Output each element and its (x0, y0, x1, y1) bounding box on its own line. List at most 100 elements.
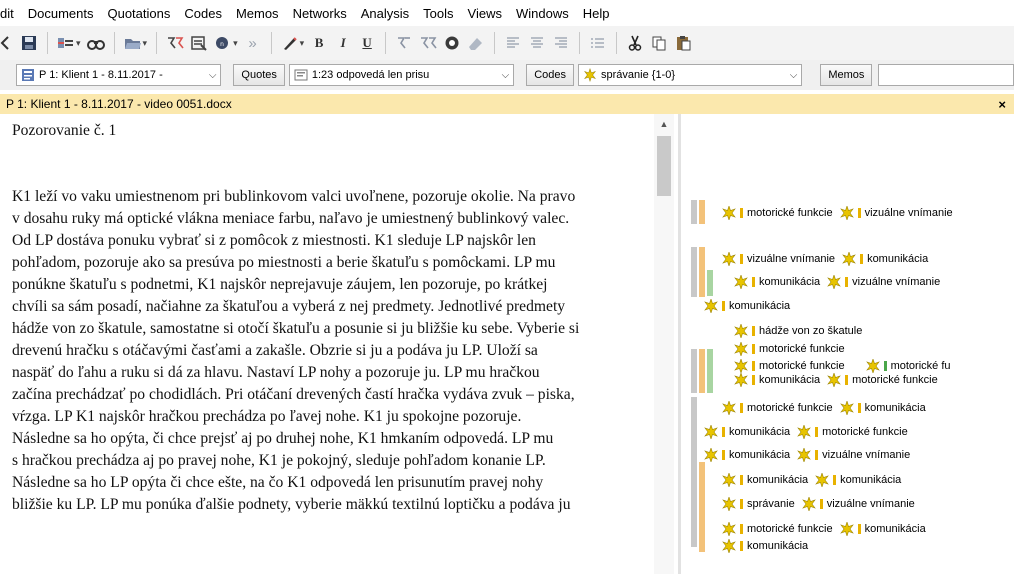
network-icon[interactable]: n ▾ (214, 31, 238, 55)
save-icon[interactable] (20, 31, 38, 55)
margin-area[interactable]: motorické funkcie vizuálne vnímanie vizu… (681, 114, 1014, 574)
menu-memos[interactable]: Memos (236, 6, 279, 21)
bold-button[interactable]: B (310, 31, 328, 55)
margin-bar[interactable] (691, 349, 697, 393)
document-text-pane[interactable]: Pozorovanie č. 1 K1 leží vo vaku umiestn… (0, 114, 678, 574)
overflow-chevron-icon[interactable]: » (244, 31, 262, 55)
menu-codes[interactable]: Codes (184, 6, 222, 21)
auto-code-icon[interactable] (395, 31, 413, 55)
chevron-down-icon[interactable]: ⌵ (498, 70, 510, 81)
code-tool-icon[interactable] (166, 31, 184, 55)
margin-bar[interactable] (699, 247, 705, 297)
open-folder-icon[interactable]: ▾ (124, 31, 147, 55)
margin-bar[interactable] (691, 247, 697, 297)
margin-bar[interactable] (699, 349, 705, 393)
code-label[interactable]: komunikácia (865, 523, 926, 535)
code-label[interactable]: vizuálne vnímanie (827, 498, 915, 510)
close-icon[interactable]: × (998, 97, 1006, 112)
copy-icon[interactable] (650, 31, 668, 55)
menu-tools[interactable]: Tools (423, 6, 453, 21)
code-label[interactable]: komunikácia (865, 402, 926, 414)
code-label[interactable]: motorické funkcie (852, 374, 938, 386)
margin-bar[interactable] (707, 270, 713, 296)
code-in-vivo-icon[interactable] (419, 31, 437, 55)
code-label[interactable]: komunikácia (747, 540, 808, 552)
vertical-scrollbar[interactable]: ▲ (654, 114, 674, 574)
menu-windows[interactable]: Windows (516, 6, 569, 21)
margin-code-row[interactable]: hádže von zo škatule (733, 324, 868, 338)
code-label[interactable]: komunikácia (747, 474, 808, 486)
margin-bar[interactable] (691, 397, 697, 547)
paste-icon[interactable] (674, 31, 692, 55)
record-icon[interactable] (443, 31, 461, 55)
code-label[interactable]: motorické funkcie (759, 343, 845, 355)
margin-code-row[interactable]: komunikácia motorické funkcie (733, 373, 944, 387)
code-label[interactable]: komunikácia (759, 276, 820, 288)
margin-bar[interactable] (699, 200, 705, 224)
code-label[interactable]: vizuálne vnímanie (865, 207, 953, 219)
code-label[interactable]: motorické funkcie (759, 360, 845, 372)
margin-code-row[interactable]: motorické funkcie motorické fu (733, 359, 957, 373)
code-label[interactable]: vizuálne vnímanie (852, 276, 940, 288)
menu-documents[interactable]: Documents (28, 6, 94, 21)
menu-quotations[interactable]: Quotations (107, 6, 170, 21)
menu-views[interactable]: Views (468, 6, 502, 21)
bullet-list-icon[interactable] (589, 31, 607, 55)
menu-help[interactable]: Help (583, 6, 610, 21)
back-icon[interactable] (0, 31, 14, 55)
margin-bar[interactable] (707, 349, 713, 393)
margin-code-row[interactable]: komunikácia vizuálne vnímanie (703, 448, 916, 462)
code-label[interactable]: komunikácia (867, 253, 928, 265)
margin-code-row[interactable]: motorické funkcie vizuálne vnímanie (721, 206, 959, 220)
chevron-down-icon[interactable]: ⌵ (786, 70, 798, 81)
margin-code-row[interactable]: motorické funkcie komunikácia (721, 522, 932, 536)
margin-code-row[interactable]: správanie vizuálne vnímanie (721, 497, 921, 511)
code-label[interactable]: komunikácia (729, 449, 790, 461)
margin-code-row[interactable]: motorické funkcie komunikácia (721, 401, 932, 415)
margin-code-row[interactable]: komunikácia vizuálne vnímanie (733, 275, 946, 289)
code-label[interactable]: vizuálne vnímanie (747, 253, 835, 265)
code-label[interactable]: motorické funkcie (822, 426, 908, 438)
code-label[interactable]: motorické fu (891, 360, 951, 372)
align-right-icon[interactable] (552, 31, 570, 55)
code-label[interactable]: vizuálne vnímanie (822, 449, 910, 461)
code-label[interactable]: motorické funkcie (747, 207, 833, 219)
code-label[interactable]: komunikácia (840, 474, 901, 486)
italic-button[interactable]: I (334, 31, 352, 55)
code-label[interactable]: motorické funkcie (747, 523, 833, 535)
menu-networks[interactable]: Networks (293, 6, 347, 21)
margin-code-row[interactable]: komunikácia komunikácia (721, 473, 907, 487)
cut-icon[interactable] (626, 31, 644, 55)
margin-code-row[interactable]: komunikácia (721, 539, 814, 553)
quotes-button[interactable]: Quotes (233, 64, 285, 86)
document-text[interactable]: Pozorovanie č. 1 K1 leží vo vaku umiestn… (12, 120, 660, 516)
quotation-selector[interactable]: 1:23 odpovedá len prisu ⌵ (288, 64, 515, 86)
menu-edit[interactable]: dit (0, 6, 14, 21)
code-label[interactable]: správanie (747, 498, 795, 510)
scroll-up-arrow-icon[interactable]: ▲ (654, 116, 674, 132)
code-label[interactable]: komunikácia (759, 374, 820, 386)
eraser-icon[interactable] (467, 31, 485, 55)
code-label[interactable]: komunikácia (729, 300, 790, 312)
code-list-icon[interactable] (190, 31, 208, 55)
code-label[interactable]: hádže von zo škatule (759, 325, 862, 337)
pen-icon[interactable]: ▾ (281, 31, 304, 55)
memos-button[interactable]: Memos (820, 64, 873, 86)
code-selector[interactable]: správanie {1-0} ⌵ (578, 64, 803, 86)
scrollbar-thumb[interactable] (657, 136, 671, 196)
menu-analysis[interactable]: Analysis (361, 6, 409, 21)
margin-code-row[interactable]: motorické funkcie (733, 342, 851, 356)
code-label[interactable]: komunikácia (729, 426, 790, 438)
margin-code-row[interactable]: komunikácia motorické funkcie (703, 425, 914, 439)
align-center-icon[interactable] (528, 31, 546, 55)
find-icon[interactable] (86, 31, 105, 55)
chevron-down-icon[interactable]: ⌵ (205, 70, 217, 81)
document-selector[interactable]: P 1: Klient 1 - 8.11.2017 - ⌵ (16, 64, 222, 86)
underline-button[interactable]: U (358, 31, 376, 55)
margin-bar[interactable] (691, 200, 697, 224)
margin-code-row[interactable]: vizuálne vnímanie komunikácia (721, 252, 934, 266)
codes-button[interactable]: Codes (526, 64, 575, 86)
create-quotation-icon[interactable]: ▾ (57, 31, 81, 55)
margin-bar[interactable] (699, 462, 705, 552)
memo-selector-input[interactable] (878, 64, 1014, 86)
